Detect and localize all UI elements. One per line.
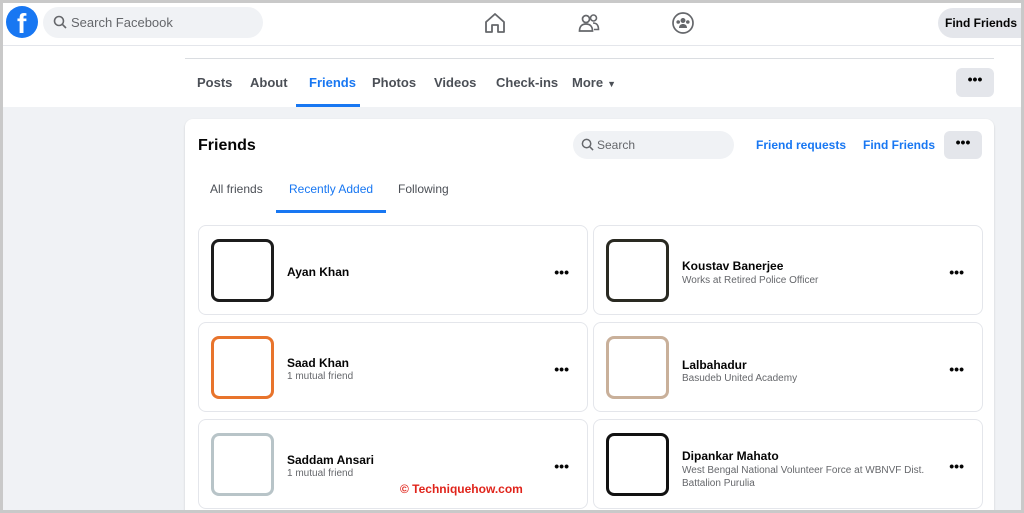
active-tab-indicator <box>296 104 360 107</box>
friend-options-button[interactable]: ••• <box>554 361 569 377</box>
groups-icon[interactable] <box>671 11 695 35</box>
tab-more-label: More <box>572 75 604 90</box>
friend-options-button[interactable]: ••• <box>949 264 964 280</box>
friend-card[interactable]: Ayan Khan ••• <box>198 225 588 315</box>
friend-card[interactable]: Saddam Ansari 1 mutual friend ••• <box>198 419 588 509</box>
friend-name[interactable]: Koustav Banerjee <box>682 259 783 273</box>
friend-name[interactable]: Ayan Khan <box>287 265 349 279</box>
home-icon[interactable] <box>483 11 507 35</box>
friends-search-placeholder: Search <box>597 138 636 152</box>
avatar[interactable] <box>211 433 274 496</box>
friend-card[interactable]: Dipankar Mahato West Bengal National Vol… <box>593 419 983 509</box>
active-subtab-indicator <box>276 210 386 213</box>
search-placeholder: Search Facebook <box>71 15 173 30</box>
tab-photos[interactable]: Photos <box>372 75 416 90</box>
search-icon <box>581 138 594 151</box>
subtab-all-friends[interactable]: All friends <box>210 182 263 196</box>
find-friends-button-top[interactable]: Find Friends <box>938 8 1024 38</box>
friend-subtitle: 1 mutual friend <box>287 468 354 479</box>
friend-options-button[interactable]: ••• <box>554 458 569 474</box>
avatar[interactable] <box>211 336 274 399</box>
tab-friends[interactable]: Friends <box>309 75 356 90</box>
friend-name[interactable]: Dipankar Mahato <box>682 449 779 463</box>
friends-card-title: Friends <box>198 137 256 154</box>
friends-search-input[interactable]: Search <box>573 131 734 159</box>
friend-options-button[interactable]: ••• <box>949 361 964 377</box>
profile-more-button[interactable]: ••• <box>956 68 994 97</box>
friend-subtitle: Basudeb United Academy <box>682 373 798 384</box>
friend-options-button[interactable]: ••• <box>949 458 964 474</box>
friends-more-button[interactable]: ••• <box>944 131 982 159</box>
friend-card[interactable]: Saad Khan 1 mutual friend ••• <box>198 322 588 412</box>
tab-posts[interactable]: Posts <box>197 75 232 90</box>
friends-icon[interactable] <box>577 11 601 35</box>
tab-check-ins[interactable]: Check-ins <box>496 75 558 90</box>
facebook-logo[interactable]: f <box>6 6 38 39</box>
friend-options-button[interactable]: ••• <box>554 264 569 280</box>
top-navigation-bar: f Search Facebook Find Friends <box>0 0 1024 46</box>
subtab-recently-added[interactable]: Recently Added <box>289 182 373 196</box>
tab-about[interactable]: About <box>250 75 288 90</box>
facebook-search-input[interactable]: Search Facebook <box>43 7 263 38</box>
friend-name[interactable]: Saddam Ansari <box>287 453 374 467</box>
watermark-text: © Techniquehow.com <box>400 482 523 496</box>
search-icon <box>53 15 67 29</box>
friend-subtitle: 1 mutual friend <box>287 371 354 382</box>
tab-more[interactable]: More ▼ <box>572 75 616 90</box>
friend-name[interactable]: Lalbahadur <box>682 358 747 372</box>
friend-subtitle: Works at Retired Police Officer <box>682 275 819 286</box>
friend-requests-link[interactable]: Friend requests <box>756 138 846 152</box>
profile-divider <box>185 58 994 59</box>
caret-down-icon: ▼ <box>607 79 616 89</box>
find-friends-link[interactable]: Find Friends <box>863 138 935 152</box>
facebook-logo-letter: f <box>17 8 27 39</box>
friend-card[interactable]: Koustav Banerjee Works at Retired Police… <box>593 225 983 315</box>
avatar[interactable] <box>606 239 669 302</box>
friend-subtitle: West Bengal National Volunteer Force at … <box>682 465 925 489</box>
friend-name[interactable]: Saad Khan <box>287 356 349 370</box>
avatar[interactable] <box>606 336 669 399</box>
avatar[interactable] <box>606 433 669 496</box>
friend-card[interactable]: Lalbahadur Basudeb United Academy ••• <box>593 322 983 412</box>
avatar[interactable] <box>211 239 274 302</box>
tab-videos[interactable]: Videos <box>434 75 476 90</box>
subtab-following[interactable]: Following <box>398 182 449 196</box>
